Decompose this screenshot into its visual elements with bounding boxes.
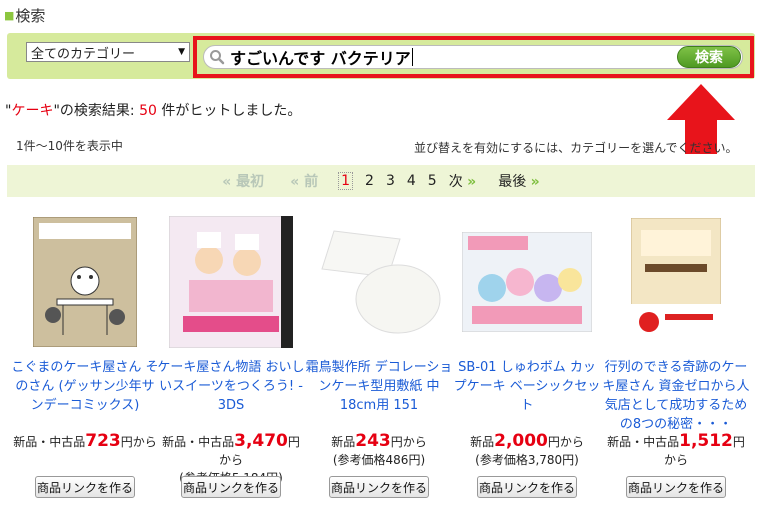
pager-page-1[interactable]: 1 <box>338 172 354 190</box>
product-image[interactable] <box>157 212 305 352</box>
product-image[interactable] <box>453 212 601 352</box>
category-select-value: 全てのカテゴリー <box>31 46 136 62</box>
search-query-text: すごいんです バクテリア <box>230 48 413 68</box>
search-input[interactable]: すごいんです バクテリア <box>203 45 743 69</box>
result-keyword: ケーキ <box>11 103 54 119</box>
product-list: こぐまのケーキ屋さん そのさん (ゲッサン少年サンデーコミックス) 新品・中古品… <box>0 212 765 506</box>
search-button[interactable]: 検索 <box>677 46 741 68</box>
product-card: 霜鳥製作所 デコレーションケーキ型用敷紙 中 18cm用 151 新品243円か… <box>305 212 453 498</box>
search-bar: 全てのカテゴリー ▼ すごいんです バクテリア 検索 <box>7 33 755 79</box>
search-icon <box>204 49 230 65</box>
product-name-link[interactable]: 霜鳥製作所 デコレーションケーキ型用敷紙 中 18cm用 151 <box>305 358 453 415</box>
create-link-button[interactable]: 商品リンクを作る <box>329 476 429 498</box>
pager-page-5[interactable]: 5 <box>428 173 437 189</box>
pager-page-2[interactable]: 2 <box>365 173 374 189</box>
sort-hint: 並び替えを有効にするには、カテゴリーを選んでください。 <box>414 141 738 155</box>
product-price: 新品・中古品1,512円から <box>607 431 745 467</box>
pager-last[interactable]: 最後 » <box>498 171 540 191</box>
product-name-link[interactable]: こぐまのケーキ屋さん そのさん (ゲッサン少年サンデーコミックス) <box>11 358 159 415</box>
range-indicator: 1件〜10件を表示中 <box>16 139 123 153</box>
pager-first: « 最初 <box>222 174 265 190</box>
product-card: 行列のできる奇跡のケーキ屋さん 資金ゼロから人気店として成功するための8つの秘密… <box>602 212 750 498</box>
bullet-square-icon: ■ <box>4 9 15 22</box>
result-count: 50 <box>139 103 157 119</box>
page-title-text: 検索 <box>15 7 46 25</box>
page-title: ■ 検索 <box>4 5 45 26</box>
create-link-button[interactable]: 商品リンクを作る <box>626 476 726 498</box>
result-summary: "ケーキ"の検索結果: 50 件がヒットしました。 <box>5 103 302 119</box>
search-highlight-outline: すごいんです バクテリア 検索 <box>193 36 754 78</box>
category-select[interactable]: 全てのカテゴリー ▼ <box>26 42 190 62</box>
product-card: SB-01 しゅわボム カップケーキ ベーシックセット 新品2,000円から (参… <box>453 212 601 498</box>
pager-next[interactable]: 次 » <box>449 171 477 191</box>
product-price: 新品2,000円から (参考価格3,780円) <box>470 431 584 467</box>
product-name-link[interactable]: 行列のできる奇跡のケーキ屋さん 資金ゼロから人気店として成功するための8つの秘密… <box>602 358 750 434</box>
dropdown-arrow-icon: ▼ <box>178 47 185 57</box>
create-link-button[interactable]: 商品リンクを作る <box>181 476 281 498</box>
product-name-link[interactable]: ケーキ屋さん物語 おいしいスイーツをつくろう! - 3DS <box>157 358 305 415</box>
product-card: ケーキ屋さん物語 おいしいスイーツをつくろう! - 3DS 新品・中古品3,47… <box>157 212 305 498</box>
product-price: 新品・中古品723円から <box>13 431 157 451</box>
product-image[interactable] <box>305 212 453 352</box>
product-image[interactable] <box>11 212 159 352</box>
text-caret <box>411 48 413 66</box>
product-card: こぐまのケーキ屋さん そのさん (ゲッサン少年サンデーコミックス) 新品・中古品… <box>11 212 159 498</box>
create-link-button[interactable]: 商品リンクを作る <box>35 476 135 498</box>
pager-prev: « 前 <box>290 174 319 190</box>
pager-page-4[interactable]: 4 <box>407 173 416 189</box>
pager-page-3[interactable]: 3 <box>386 173 395 189</box>
create-link-button[interactable]: 商品リンクを作る <box>477 476 577 498</box>
product-price: 新品243円から (参考価格486円) <box>331 431 427 467</box>
product-image[interactable] <box>602 212 750 352</box>
pagination: « 最初 « 前 1 2 3 4 5 次 » 最後 » <box>7 165 755 197</box>
product-name-link[interactable]: SB-01 しゅわボム カップケーキ ベーシックセット <box>453 358 601 415</box>
